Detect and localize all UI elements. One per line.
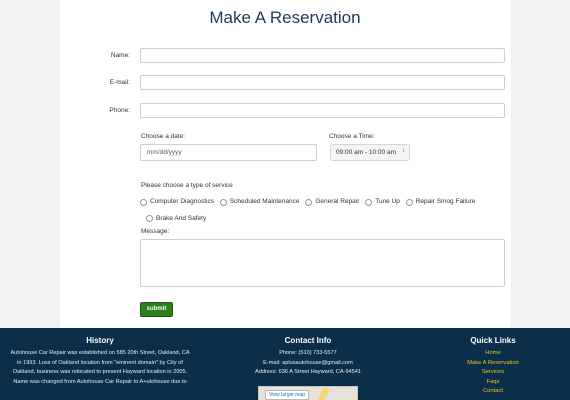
service-option[interactable]: Computer Diagnostics [140,195,214,209]
message-label: Message: [141,228,170,235]
contact-heading: Contact Info [284,336,332,345]
radio-icon[interactable] [146,215,153,222]
view-larger-map-button[interactable]: View larger map [265,390,310,400]
message-textarea[interactable] [140,239,505,287]
service-option[interactable]: General Repair [305,195,359,209]
phone-label: Phone: [109,107,130,114]
service-option[interactable]: Scheduled Maintenance [219,195,300,209]
service-label: Please choose a type of service [141,182,233,189]
history-heading: History [86,336,114,345]
radio-icon[interactable] [365,198,373,206]
service-option[interactable]: Brake And Safety [146,212,206,226]
email-field[interactable] [140,75,505,90]
time-select[interactable]: 09:00 am - 10:00 am ↕ [330,144,410,161]
service-option[interactable]: Tune Up [365,195,400,209]
contact-address: Address: 636 A Street Hayward, CA-94541 [254,369,362,376]
quick-links-heading: Quick Links [470,336,516,345]
name-label: Name: [110,52,130,59]
radio-icon[interactable] [219,198,227,206]
page-title: Make A Reservation [209,8,361,27]
service-option[interactable]: Repair Smog Failure [405,195,475,209]
submit-button[interactable]: submit [140,302,173,317]
service-radio-group: Computer Diagnostics Scheduled Maintenan… [140,195,490,228]
map-road [314,386,330,400]
name-field[interactable] [140,48,505,63]
quick-link-services[interactable]: Services [453,368,533,378]
phone-field[interactable] [140,103,505,118]
updown-arrow-icon: ↕ [402,148,405,154]
history-text: Autohouse Car Repair was established on … [10,350,190,385]
quick-links-list: Home Make A Reservation Services Faqs Co… [453,349,533,397]
date-field[interactable]: mm/dd/yyyy [140,144,317,161]
radio-icon[interactable] [405,198,413,206]
radio-icon[interactable] [140,198,147,206]
radio-icon[interactable] [305,198,313,206]
footer: History Autohouse Car Repair was establi… [0,328,570,400]
contact-info: Phone: (510) 733-5577 E-mail: aplusautoh… [218,349,398,378]
contact-email: E-mail: aplusautohouse@gmail.com [263,359,353,366]
time-selected-value: 09:00 am - 10:00 am [336,149,396,156]
date-label: Choose a date: [141,133,186,140]
quick-link-contact[interactable]: Contact [453,387,533,397]
quick-link-faqs[interactable]: Faqs [453,378,533,388]
date-placeholder: mm/dd/yyyy [147,149,182,156]
quick-link-reservation[interactable]: Make A Reservation [453,359,533,369]
quick-link-home[interactable]: Home [453,349,533,359]
time-label: Choose a Time: [329,133,375,140]
contact-phone: Phone: (510) 733-5577 [279,350,337,356]
location-map[interactable]: View larger map [258,386,358,400]
email-label: E-mail: [109,79,130,86]
